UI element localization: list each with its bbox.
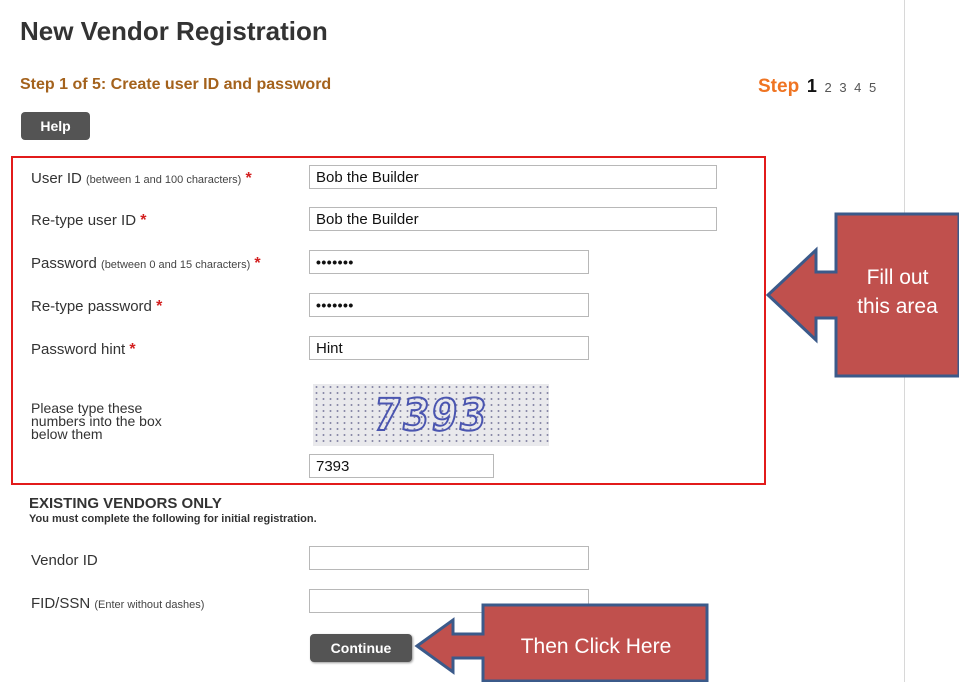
fid-ssn-label: FID/SSN (Enter without dashes) [31, 595, 204, 612]
step-current: 1 [806, 76, 817, 96]
retype-user-id-label-text: Re-type user ID [31, 212, 137, 229]
continue-button[interactable]: Continue [310, 634, 412, 662]
password-hint: (between 0 and 15 characters) [101, 259, 251, 271]
retype-password-label: Re-type password * [31, 298, 162, 316]
step-indicator-label: Step [758, 76, 800, 97]
step-heading: Step 1 of 5: Create user ID and password [20, 76, 332, 93]
retype-user-id-input[interactable] [309, 207, 717, 231]
required-marker: * [254, 255, 261, 272]
fill-out-callout-text: Fill out this area [836, 263, 959, 321]
captcha-instructions: Please type these numbers into the box b… [31, 401, 191, 442]
password-hint-label: Password hint * [31, 341, 136, 359]
existing-vendors-title: EXISTING VENDORS ONLY [29, 495, 222, 512]
user-id-label: User ID (between 1 and 100 characters) * [31, 170, 252, 188]
callout-line: Fill out [866, 266, 929, 289]
fid-ssn-hint: (Enter without dashes) [94, 599, 205, 611]
captcha-image: 7393 [313, 384, 549, 446]
vendor-id-label: Vendor ID [31, 552, 98, 569]
captcha-instruction-line: below them [31, 426, 103, 442]
retype-password-input[interactable] [309, 293, 589, 317]
vendor-id-input[interactable] [309, 546, 589, 570]
user-id-hint: (between 1 and 100 characters) [86, 174, 242, 186]
required-marker: * [156, 298, 163, 315]
existing-vendors-note: You must complete the following for init… [29, 513, 317, 525]
captcha-input[interactable] [309, 454, 494, 478]
step-link-4[interactable]: 4 [854, 80, 861, 95]
step-link-2[interactable]: 2 [824, 80, 831, 95]
user-id-label-text: User ID [31, 170, 82, 187]
password-hint-label-text: Password hint [31, 341, 126, 358]
password-label-text: Password [31, 255, 97, 272]
password-input[interactable] [309, 250, 589, 274]
password-label: Password (between 0 and 15 characters) * [31, 255, 261, 273]
callout-line: this area [857, 295, 938, 318]
user-id-input[interactable] [309, 165, 717, 189]
fid-ssn-label-text: FID/SSN [31, 595, 91, 612]
password-hint-input[interactable] [309, 336, 589, 360]
help-button[interactable]: Help [21, 112, 90, 140]
required-marker: * [245, 170, 252, 187]
required-marker: * [140, 212, 147, 229]
vendor-id-label-text: Vendor ID [31, 552, 98, 569]
captcha-image-text: 7393 [369, 389, 492, 442]
retype-password-label-text: Re-type password [31, 298, 152, 315]
step-link-3[interactable]: 3 [839, 80, 846, 95]
required-marker: * [129, 341, 136, 358]
step-indicator: Step 1 2 3 4 5 [758, 76, 876, 98]
retype-user-id-label: Re-type user ID * [31, 212, 146, 230]
step-link-5[interactable]: 5 [869, 80, 876, 95]
page-title: New Vendor Registration [20, 16, 328, 46]
click-here-callout-text: Then Click Here [520, 635, 672, 658]
